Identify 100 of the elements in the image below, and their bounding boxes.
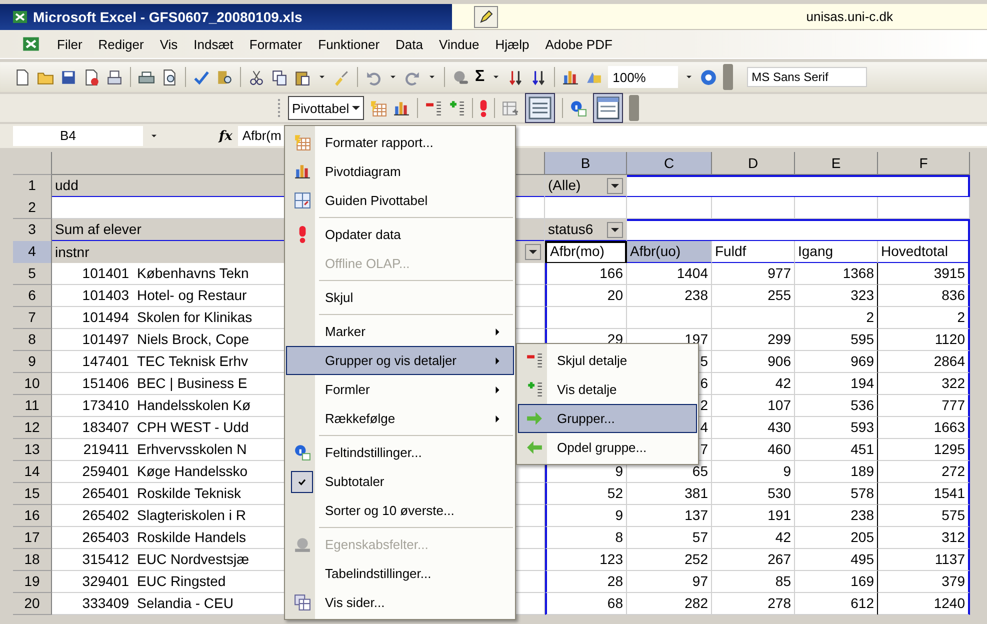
column-field-header: Afbr(uo)	[627, 241, 712, 264]
column-field-header: Afbr(mo)	[545, 241, 627, 264]
table-cell: 137	[627, 505, 712, 527]
table-cell: 123	[545, 549, 627, 571]
institution-name: CPH WEST - Udd	[137, 418, 249, 437]
table-cell: 9	[712, 461, 795, 483]
table-cell: 1240	[878, 593, 970, 615]
table-cell: 612	[795, 593, 878, 615]
table-cell: 323	[795, 285, 878, 307]
table-cell: 451	[795, 439, 878, 461]
table-cell: 578	[795, 483, 878, 505]
institution-code: 265402	[81, 506, 129, 525]
window-title: Microsoft Excel - GFS0607_20080109.xls	[33, 9, 302, 25]
institution-code: 265401	[81, 484, 129, 503]
institution-code: 101494	[81, 308, 129, 327]
table-cell: 836	[878, 285, 970, 307]
table-cell: 189	[795, 461, 878, 483]
table-cell: 42	[712, 373, 795, 395]
institution-name: Hotel- og Restaur	[137, 286, 247, 305]
institution-name: Skolen for Klinikas	[137, 308, 252, 327]
institution-name: Slagteriskolen i R	[137, 506, 246, 525]
table-cell: 97	[627, 571, 712, 593]
table-cell: 272	[878, 461, 970, 483]
table-cell: 1541	[878, 483, 970, 505]
table-cell: 593	[795, 417, 878, 439]
field-value: status6	[548, 220, 594, 239]
institution-code: 329401	[81, 572, 129, 591]
institution-code: 151406	[81, 374, 129, 393]
table-cell: 282	[627, 593, 712, 615]
institution-code: 183407	[81, 418, 129, 437]
institution-name: Roskilde Handels	[137, 528, 246, 547]
column-field-header: Igang	[795, 241, 878, 264]
institution-code: 219411	[82, 440, 129, 459]
institution-name: Køge Handelssko	[137, 462, 248, 481]
field-value: (Alle)	[548, 176, 581, 195]
table-cell: 530	[712, 483, 795, 505]
institution-name: EUC Ringsted	[137, 572, 226, 591]
table-cell: 166	[545, 263, 627, 285]
table-cell: 191	[712, 505, 795, 527]
table-cell: 536	[795, 395, 878, 417]
table-cell: 2864	[878, 351, 970, 373]
institution-name: Københavns Tekn	[137, 264, 249, 283]
table-cell: 430	[712, 417, 795, 439]
table-cell: 322	[878, 373, 970, 395]
table-cell: 57	[627, 527, 712, 549]
table-cell: 252	[627, 549, 712, 571]
host-name: unisas.uni-c.dk	[806, 9, 893, 24]
table-cell: 312	[878, 527, 970, 549]
institution-name: TEC Teknisk Erhv	[137, 352, 248, 371]
institution-code: 173410	[81, 396, 129, 415]
table-cell: 381	[627, 483, 712, 505]
table-cell: 977	[712, 263, 795, 285]
institution-name: Niels Brock, Cope	[137, 330, 250, 349]
field-label: instnr	[55, 242, 90, 262]
table-cell: 9	[545, 505, 627, 527]
institution-code: 259401	[81, 462, 129, 481]
table-cell: 1295	[878, 439, 970, 461]
table-cell: 8	[545, 527, 627, 549]
table-cell: 3915	[878, 263, 970, 285]
institution-code: 101497	[81, 330, 129, 349]
table-cell: 28	[545, 571, 627, 593]
table-cell: 595	[795, 329, 878, 351]
table-cell: 2	[795, 307, 878, 329]
table-cell: 2	[878, 307, 970, 329]
column-field-header: Fuldf	[712, 241, 795, 264]
table-cell: 20	[545, 285, 627, 307]
institution-code: 101403	[81, 286, 129, 305]
table-cell: 42	[712, 527, 795, 549]
table-cell: 52	[545, 483, 627, 505]
table-cell: 278	[712, 593, 795, 615]
institution-name: Selandia - CEU	[137, 594, 234, 613]
table-cell: 267	[712, 549, 795, 571]
table-cell: 1120	[878, 329, 970, 351]
table-cell: 299	[712, 329, 795, 351]
table-cell: 169	[795, 571, 878, 593]
table-cell: 906	[712, 351, 795, 373]
institution-code: 333409	[81, 594, 129, 613]
table-cell: 238	[795, 505, 878, 527]
table-cell: 107	[712, 395, 795, 417]
institution-name: Roskilde Teknisk	[137, 484, 242, 503]
institution-code: 147401	[81, 352, 129, 371]
table-cell: 379	[878, 571, 970, 593]
institution-name: BEC | Business E	[137, 374, 248, 393]
column-field-header: Hovedtotal	[878, 241, 970, 264]
table-cell: 205	[795, 527, 878, 549]
table-cell: 777	[878, 395, 970, 417]
table-cell: 1137	[878, 549, 970, 571]
table-cell: 194	[795, 373, 878, 395]
institution-name: EUC Nordvestsjæ	[137, 550, 250, 569]
table-cell: 1663	[878, 417, 970, 439]
table-cell: 460	[712, 439, 795, 461]
institution-code: 101401	[81, 264, 129, 283]
table-cell: 1404	[627, 263, 712, 285]
table-cell: 969	[795, 351, 878, 373]
institution-name: Erhvervsskolen N	[137, 440, 247, 459]
table-cell: 1368	[795, 263, 878, 285]
institution-name: Handelsskolen Kø	[137, 396, 251, 415]
table-cell: 495	[795, 549, 878, 571]
institution-code: 315412	[81, 550, 129, 569]
table-cell: 68	[545, 593, 627, 615]
